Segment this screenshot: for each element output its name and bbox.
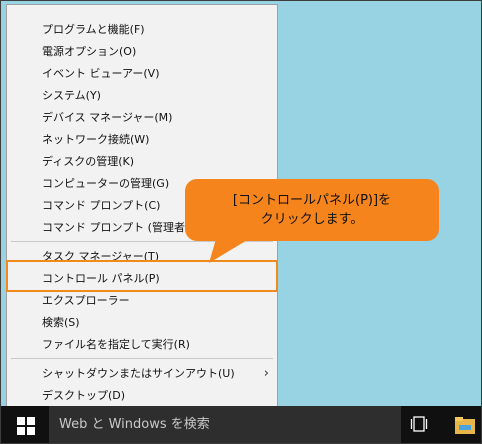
menu-item-programs-features[interactable]: プログラムと機能(F): [7, 19, 277, 40]
menu-item-search[interactable]: 検索(S): [7, 312, 277, 333]
chevron-right-icon: ›: [263, 366, 269, 381]
menu-item-desktop[interactable]: デスクトップ(D): [7, 385, 277, 406]
menu-item-event-viewer[interactable]: イベント ビューアー(V): [7, 63, 277, 84]
menu-item-device-manager[interactable]: デバイス マネージャー(M): [7, 107, 277, 128]
menu-item-system[interactable]: システム(Y): [7, 85, 277, 106]
instruction-callout: [コントロールパネル(P)]を クリックします。: [185, 179, 439, 241]
task-view-icon[interactable]: [410, 415, 428, 433]
search-box[interactable]: Web と Windows を検索: [49, 406, 401, 443]
menu-item-label: シャットダウンまたはサインアウト(U): [42, 367, 235, 380]
menu-item-network-connections[interactable]: ネットワーク接続(W): [7, 129, 277, 150]
menu-item-shutdown-signout[interactable]: シャットダウンまたはサインアウト(U) ›: [7, 363, 277, 384]
control-panel-highlight: [6, 260, 278, 292]
windows-logo-icon[interactable]: [17, 417, 35, 435]
menu-separator: [11, 241, 273, 242]
callout-line-1: [コントロールパネル(P)]を: [232, 193, 392, 208]
taskbar: Web と Windows を検索: [1, 406, 481, 443]
menu-item-run[interactable]: ファイル名を指定して実行(R): [7, 334, 277, 355]
desktop: プログラムと機能(F) 電源オプション(O) イベント ビューアー(V) システ…: [0, 0, 482, 444]
menu-item-power-options[interactable]: 電源オプション(O): [7, 41, 277, 62]
menu-item-disk-management[interactable]: ディスクの管理(K): [7, 151, 277, 172]
callout-line-2: クリックします。: [260, 212, 364, 227]
menu-item-explorer[interactable]: エクスプローラー: [7, 290, 277, 311]
file-explorer-icon[interactable]: [455, 416, 475, 434]
menu-separator: [11, 358, 273, 359]
